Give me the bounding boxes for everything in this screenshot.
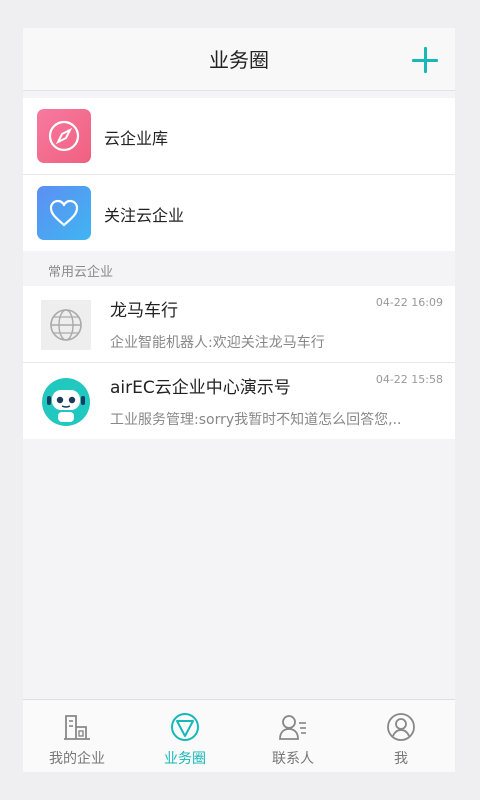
chat-time: 04-22 15:58 bbox=[375, 373, 443, 386]
tab-label: 我的企业 bbox=[49, 751, 105, 767]
plus-icon[interactable] bbox=[411, 46, 439, 74]
tab-me[interactable]: 我 bbox=[347, 700, 455, 772]
menu-label: 关注云企业 bbox=[104, 206, 185, 225]
top-bar: 业务圈 bbox=[23, 28, 455, 91]
list-item[interactable]: airEC云企业中心演示号 04-22 15:58 工业服务管理:sorry我暂… bbox=[23, 363, 455, 439]
menu-cloud-enterprise-library[interactable]: 云企业库 bbox=[23, 98, 455, 174]
chat-time: 04-22 16:09 bbox=[375, 296, 443, 309]
tab-bar: 我的企业 业务圈 联系人 我 bbox=[23, 699, 455, 772]
list-item[interactable]: 龙马车行 04-22 16:09 企业智能机器人:欢迎关注龙马车行 bbox=[23, 286, 455, 362]
chat-message: 企业智能机器人:欢迎关注龙马车行 bbox=[110, 335, 325, 351]
section-label: 常用云企业 bbox=[48, 265, 114, 280]
chat-message: 工业服务管理:sorry我暂时不知道怎么回答您,.. bbox=[110, 412, 402, 428]
triangle-circle-icon bbox=[170, 712, 200, 742]
app-screen: 业务圈 云企业库 关注云企业 常用云企业 龙马车行 04-22 16:09 企业… bbox=[23, 28, 455, 772]
chat-name: airEC云企业中心演示号 bbox=[110, 378, 291, 398]
tab-business-circle[interactable]: 业务圈 bbox=[131, 700, 239, 772]
tab-label: 联系人 bbox=[272, 751, 314, 767]
section-header: 常用云企业 bbox=[23, 252, 455, 286]
compass-icon bbox=[37, 109, 91, 163]
menu-followed-enterprises[interactable]: 关注云企业 bbox=[23, 175, 455, 251]
tab-my-enterprise[interactable]: 我的企业 bbox=[23, 700, 131, 772]
heart-icon bbox=[37, 186, 91, 240]
globe-icon bbox=[41, 300, 91, 350]
contacts-icon bbox=[278, 712, 308, 742]
robot-icon bbox=[41, 377, 91, 427]
tab-contacts[interactable]: 联系人 bbox=[239, 700, 347, 772]
menu-label: 云企业库 bbox=[104, 129, 169, 148]
building-icon bbox=[62, 712, 92, 742]
tab-label: 我 bbox=[394, 751, 408, 767]
tab-label: 业务圈 bbox=[164, 751, 206, 767]
chat-name: 龙马车行 bbox=[110, 301, 178, 321]
page-title: 业务圈 bbox=[209, 48, 269, 72]
profile-icon bbox=[386, 712, 416, 742]
